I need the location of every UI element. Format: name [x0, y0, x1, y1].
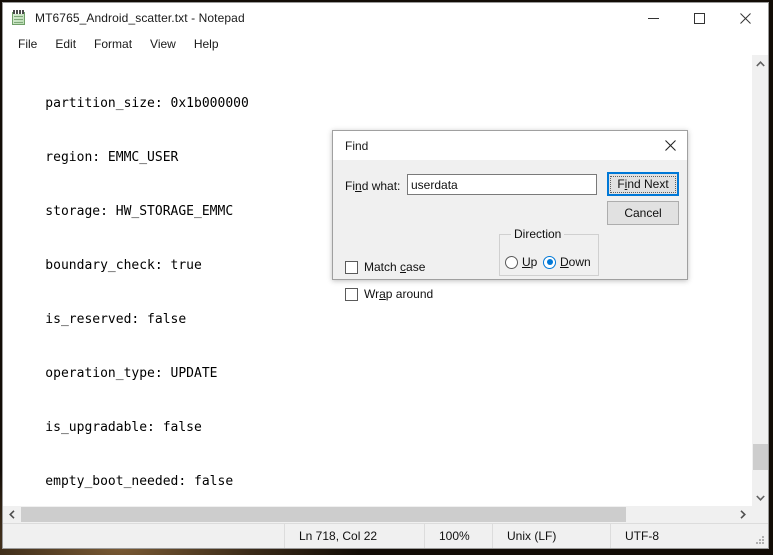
- menu-edit[interactable]: Edit: [46, 35, 85, 53]
- checkbox-match-case[interactable]: Match case: [345, 260, 425, 274]
- find-what-input[interactable]: [407, 174, 597, 195]
- find-dialog: Find Find what: Find Next Cancel Directi…: [332, 130, 688, 301]
- minimize-icon: [647, 17, 659, 19]
- label-accelerator: D: [560, 255, 569, 269]
- scroll-right-button[interactable]: [734, 506, 751, 523]
- radio-down-label: Down: [560, 255, 591, 269]
- text-line: empty_boot_needed: false: [14, 474, 234, 489]
- find-next-button[interactable]: Find Next: [607, 172, 679, 196]
- chevron-right-icon: [739, 510, 746, 519]
- chevron-left-icon: [8, 510, 15, 519]
- radio-checked-icon: [543, 255, 556, 269]
- statusbar: Ln 718, Col 22 100% Unix (LF) UTF-8: [3, 523, 768, 548]
- menu-file[interactable]: File: [9, 35, 46, 53]
- status-encoding[interactable]: UTF-8: [610, 524, 768, 548]
- window-title: MT6765_Android_scatter.txt - Notepad: [35, 11, 245, 25]
- label-part: Fi: [345, 179, 355, 193]
- scroll-up-button[interactable]: [752, 55, 768, 72]
- text-line: is_reserved: false: [14, 312, 187, 327]
- match-case-label: Match case: [364, 260, 425, 274]
- close-button[interactable]: [722, 3, 768, 33]
- cancel-button[interactable]: Cancel: [607, 201, 679, 225]
- label-part: nd Next: [627, 176, 669, 191]
- radio-unchecked-icon: [505, 255, 518, 269]
- horizontal-scrollbar-thumb[interactable]: [21, 507, 626, 522]
- label-part: p: [530, 255, 538, 269]
- notepad-icon: [11, 10, 27, 26]
- horizontal-scrollbar[interactable]: [3, 506, 751, 523]
- label-part: Match: [364, 260, 401, 274]
- direction-legend: Direction: [511, 227, 565, 241]
- radio-direction-up[interactable]: Up: [505, 255, 537, 269]
- vertical-scrollbar-thumb[interactable]: [753, 444, 768, 470]
- text-editor[interactable]: partition_size: 0x1b000000 region: EMMC_…: [4, 55, 751, 506]
- scrollbar-corner: [751, 506, 768, 523]
- menubar: File Edit Format View Help: [3, 33, 768, 55]
- status-line-ending[interactable]: Unix (LF): [492, 524, 610, 548]
- find-dialog-titlebar[interactable]: Find: [333, 131, 687, 160]
- checkbox-unchecked-icon: [345, 260, 358, 274]
- find-dialog-body: Find what: Find Next Cancel Direction Up…: [333, 160, 687, 301]
- status-zoom-level[interactable]: 100%: [424, 524, 492, 548]
- maximize-button[interactable]: [676, 3, 722, 33]
- wrap-around-label: Wrap around: [364, 287, 433, 301]
- notepad-window: MT6765_Android_scatter.txt - Notepad Fil…: [2, 2, 769, 549]
- find-next-label: Find Next: [610, 175, 676, 193]
- statusbar-spacer: [3, 524, 284, 548]
- chevron-down-icon: [756, 494, 765, 501]
- maximize-icon: [693, 12, 705, 24]
- label-part: Wr: [364, 287, 380, 301]
- checkbox-unchecked-icon: [345, 287, 358, 301]
- radio-direction-down[interactable]: Down: [543, 255, 591, 269]
- radio-up-label: Up: [522, 255, 537, 269]
- label-part: F: [617, 176, 625, 191]
- window-controls: [630, 3, 768, 33]
- menu-format[interactable]: Format: [85, 35, 141, 53]
- checkbox-wrap-around[interactable]: Wrap around: [345, 287, 433, 301]
- menu-help[interactable]: Help: [185, 35, 228, 53]
- text-line: operation_type: UPDATE: [14, 366, 218, 381]
- label-accelerator: U: [522, 255, 531, 269]
- scroll-left-button[interactable]: [3, 506, 20, 523]
- window-titlebar[interactable]: MT6765_Android_scatter.txt - Notepad: [3, 3, 768, 33]
- menu-view[interactable]: View: [141, 35, 185, 53]
- find-dialog-title: Find: [345, 138, 369, 153]
- text-line: is_upgradable: false: [14, 420, 202, 435]
- chevron-up-icon: [756, 60, 765, 67]
- scroll-down-button[interactable]: [752, 489, 768, 506]
- label-part: ase: [406, 260, 426, 274]
- resize-grip[interactable]: [754, 534, 765, 545]
- status-cursor-position: Ln 718, Col 22: [284, 524, 424, 548]
- vertical-scrollbar[interactable]: [751, 55, 768, 506]
- label-accelerator: a: [379, 287, 386, 301]
- close-icon: [739, 12, 751, 24]
- label-part: p around: [385, 287, 434, 301]
- label-part: own: [568, 255, 591, 269]
- text-line: partition_size: 0x1b000000: [14, 96, 249, 111]
- minimize-button[interactable]: [630, 3, 676, 33]
- label-accelerator: n: [355, 179, 362, 193]
- label-part: d what:: [361, 179, 401, 193]
- find-what-label: Find what:: [345, 179, 400, 193]
- find-dialog-close-button[interactable]: [653, 131, 687, 160]
- close-icon: [664, 140, 676, 151]
